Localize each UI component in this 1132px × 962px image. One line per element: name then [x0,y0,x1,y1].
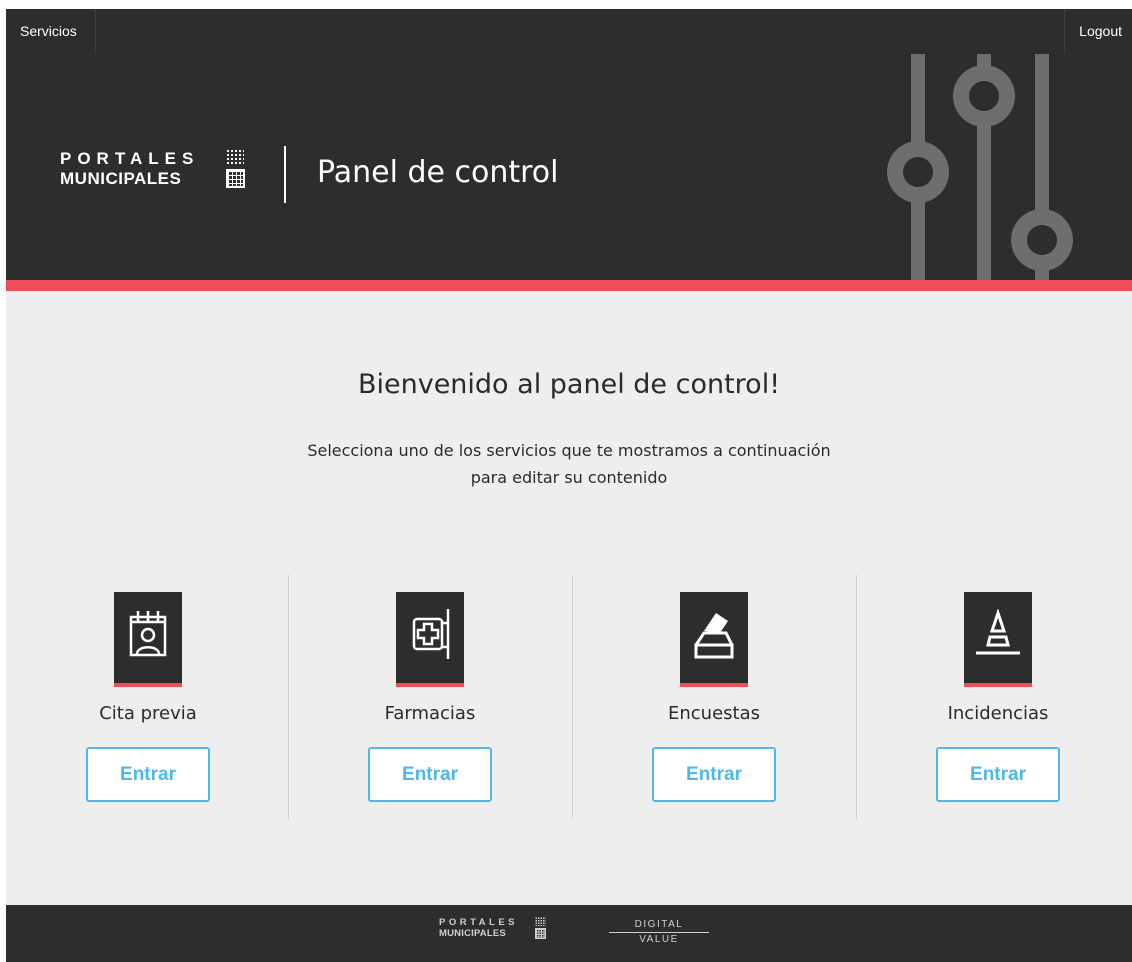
header-accent-bar [6,280,1132,291]
service-label: Cita previa [99,703,197,724]
calendar-person-icon [129,611,167,657]
footer-logo-building-icon [535,928,546,939]
service-icon-box [396,592,464,687]
service-icon-box [680,592,748,687]
services-grid: Cita previa Entrar Farmacias Entrar Encu… [6,575,1132,819]
footer-partner-line1: DIGITAL [609,919,709,933]
service-card-encuestas: Encuestas Entrar [572,575,856,819]
logo-dots-icon [226,149,244,165]
service-label: Encuestas [667,703,760,724]
service-card-farmacias: Farmacias Entrar [288,575,572,819]
header-banner: PORTALES MUNICIPALES Panel de control [6,54,1132,280]
entrar-button-encuestas[interactable]: Entrar [652,747,776,802]
footer-partner-line2: VALUE [639,934,679,945]
service-label: Farmacias [384,703,476,724]
entrar-button-cita-previa[interactable]: Entrar [86,747,210,802]
logout-link[interactable]: Logout [1064,9,1132,54]
header-divider [284,146,286,203]
footer-logo-line2: MUNICIPALES [439,928,506,939]
logo-building-icon [226,169,245,188]
service-card-cita-previa: Cita previa Entrar [6,575,290,819]
footer-logo-dots-icon [535,917,546,926]
pharmacy-sign-icon [412,609,450,659]
ballot-box-icon [694,613,734,659]
service-icon-box [964,592,1032,687]
page-title: Panel de control [317,155,559,190]
service-icon-box [114,592,182,687]
welcome-title: Bienvenido al panel de control! [357,369,781,400]
top-navbar: Servicios Logout [6,9,1132,54]
footer-digital-value-logo: DIGITAL VALUE [609,919,709,945]
service-label: Incidencias [947,703,1049,724]
entrar-button-incidencias[interactable]: Entrar [936,747,1060,802]
welcome-subtitle-line2: para editar su contenido [470,468,668,487]
footer-logo-line1: PORTALES [439,917,519,928]
footer: PORTALES MUNICIPALES DIGITAL VALUE [6,905,1132,962]
entrar-button-farmacias[interactable]: Entrar [368,747,492,802]
logo-text-line1: PORTALES [60,149,200,168]
service-card-incidencias: Incidencias Entrar [856,575,1132,819]
logo-text-line2: MUNICIPALES [60,169,182,188]
page: Servicios Logout PORTALES MUNICIPALES Pa… [6,9,1132,962]
welcome-subtitle-line1: Selecciona uno de los servicios que te m… [307,441,831,460]
welcome-subtitle: Selecciona uno de los servicios que te m… [6,437,1132,491]
sliders-icon [887,54,1073,280]
nav-services-link[interactable]: Servicios [6,9,96,54]
traffic-cone-icon [976,609,1020,655]
